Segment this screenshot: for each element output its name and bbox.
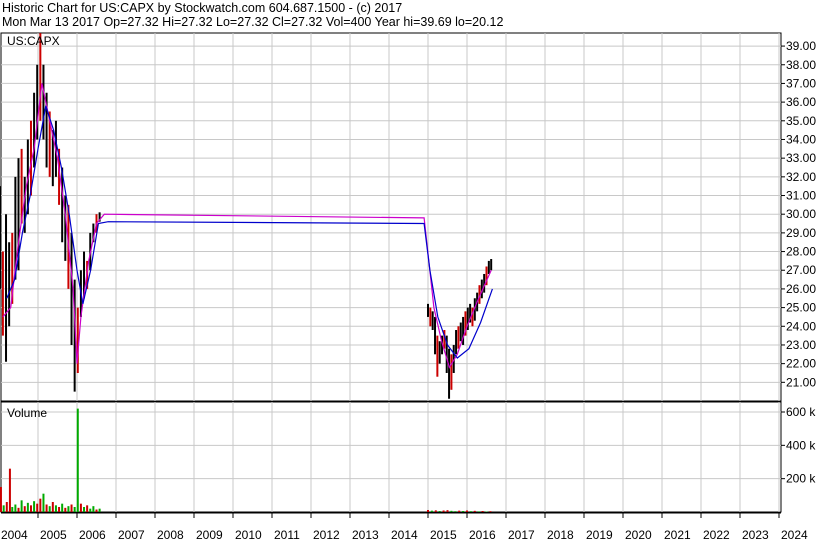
price-y-tick-label: 33.00: [786, 151, 816, 165]
x-tick-label: 2018: [547, 528, 574, 542]
price-y-tick-label: 32.00: [786, 170, 816, 184]
volume-y-tick-label: 200 k: [786, 472, 816, 486]
price-y-tick-label: 24.00: [786, 319, 816, 333]
stock-chart: Historic Chart for US:CAPX by Stockwatch…: [0, 1, 816, 542]
price-y-tick-label: 30.00: [786, 207, 816, 221]
price-y-ticks: 39.00 38.00 37.00 36.00 35.00 34.00 33.00 32.00…: [781, 39, 816, 389]
volume-y-tick-label: 400 k: [786, 438, 816, 452]
x-tick-label: 2015: [430, 528, 457, 542]
x-tick-label: 2020: [625, 528, 652, 542]
price-y-tick-label: 36.00: [786, 95, 816, 109]
price-y-tick-label: 38.00: [786, 58, 816, 72]
volume-y-ticks: 600 k 400 k 200 k: [781, 405, 816, 486]
x-tick-label: 2021: [664, 528, 691, 542]
volume-y-tick-label: 600 k: [786, 405, 816, 419]
x-tick-label: 2019: [586, 528, 613, 542]
x-tick-label: 2017: [508, 528, 535, 542]
price-y-tick-label: 31.00: [786, 189, 816, 203]
x-tick-label: 2013: [352, 528, 379, 542]
price-y-tick-label: 34.00: [786, 132, 816, 146]
price-y-tick-label: 22.00: [786, 357, 816, 371]
price-y-tick-label: 28.00: [786, 245, 816, 259]
price-y-tick-label: 21.00: [786, 375, 816, 389]
x-tick-label: 2006: [79, 528, 106, 542]
volume-panel-frame: [0, 401, 782, 513]
x-tick-label: 2023: [742, 528, 769, 542]
x-axis: 2004 2005 2006 2007 2008 2009 2010 2011 2012 2013…: [1, 512, 808, 542]
price-y-tick-label: 37.00: [786, 76, 816, 90]
price-y-tick-label: 23.00: [786, 338, 816, 352]
x-tick-label: 2007: [118, 528, 145, 542]
x-tick-label: 2011: [274, 528, 300, 542]
x-tick-label: 2022: [703, 528, 730, 542]
price-y-tick-label: 27.00: [786, 263, 816, 277]
volume-panel: 600 k 400 k 200 k Volume: [0, 401, 816, 513]
price-y-tick-label: 26.00: [786, 282, 816, 296]
chart-header-line2: Mon Mar 13 2017 Op=27.32 Hi=27.32 Lo=27.…: [2, 15, 503, 29]
x-tick-label: 2014: [391, 528, 418, 542]
price-y-tick-label: 29.00: [786, 226, 816, 240]
symbol-label: US:CAPX: [7, 34, 60, 48]
price-y-tick-label: 25.00: [786, 301, 816, 315]
chart-header-line1: Historic Chart for US:CAPX by Stockwatch…: [2, 1, 402, 15]
x-tick-label: 2010: [235, 528, 262, 542]
x-tick-label: 2005: [40, 528, 67, 542]
x-tick-label: 2004: [1, 528, 28, 542]
x-tick-label: 2024: [781, 528, 808, 542]
price-y-tick-label: 35.00: [786, 114, 816, 128]
x-tick-label: 2009: [196, 528, 223, 542]
price-y-tick-label: 39.00: [786, 39, 816, 53]
price-panel: 39.00 38.00 37.00 36.00 35.00 34.00 33.00 32.00…: [0, 32, 816, 402]
x-tick-label: 2016: [469, 528, 496, 542]
x-tick-label: 2008: [157, 528, 184, 542]
x-tick-label: 2012: [313, 528, 340, 542]
volume-label: Volume: [7, 406, 47, 420]
